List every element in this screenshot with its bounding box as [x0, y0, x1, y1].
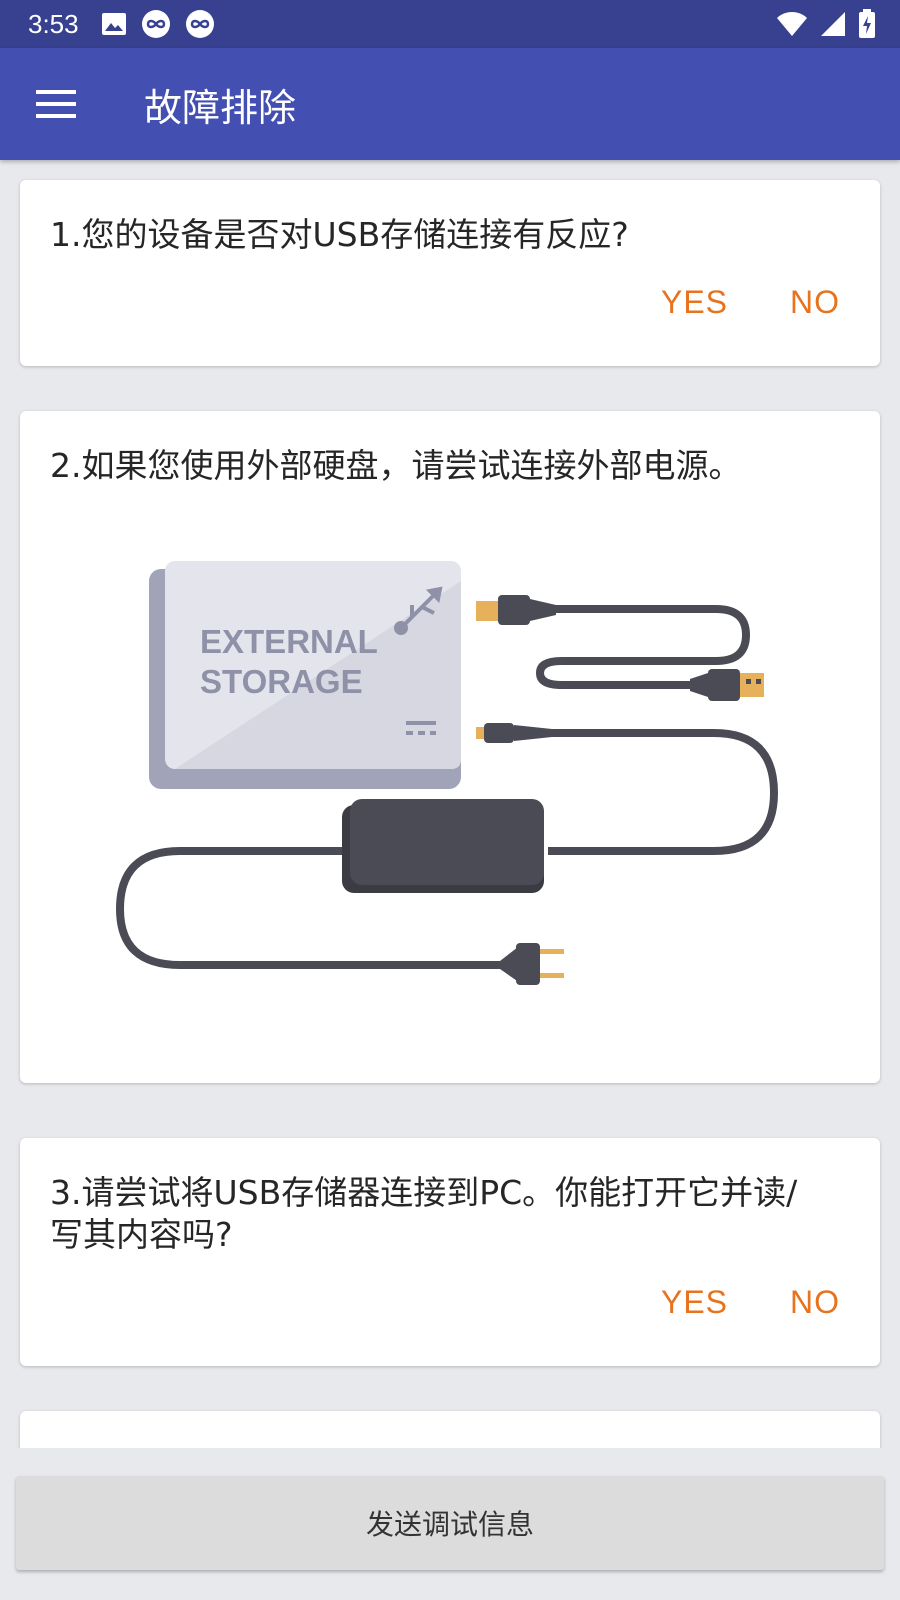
drive-label-line2: STORAGE: [200, 663, 363, 700]
page-title: 故障排除: [144, 85, 297, 130]
question-card-1: 1.您的设备是否对USB存储连接有反应? YES NO: [20, 180, 880, 366]
infinity-icon: [185, 10, 214, 38]
question-text: 3.请尝试将USB存储器连接到PC。你能打开它并读/写其内容吗?: [50, 1173, 798, 1254]
no-button[interactable]: NO: [790, 1284, 840, 1321]
app-bar: 故障排除: [0, 48, 900, 160]
troubleshoot-list[interactable]: 1.您的设备是否对USB存储连接有反应? YES NO 2.如果您使用外部硬盘，…: [0, 160, 900, 1448]
infinity-icon: [141, 10, 170, 38]
yes-button[interactable]: YES: [661, 1284, 728, 1321]
status-time: 3:53: [28, 8, 79, 39]
menu-button[interactable]: [0, 48, 112, 160]
send-debug-info-button[interactable]: 发送调试信息: [16, 1476, 884, 1570]
question-card-3: 3.请尝试将USB存储器连接到PC。你能打开它并读/写其内容吗? YES NO: [20, 1138, 880, 1366]
yes-button[interactable]: YES: [661, 284, 728, 321]
usb-cable: [476, 595, 764, 701]
no-button[interactable]: NO: [790, 284, 840, 321]
question-card-4: [20, 1411, 880, 1448]
status-icons-left: [101, 9, 215, 39]
question-card-2: 2.如果您使用外部硬盘，请尝试连接外部电源。 EXTERNAL STORAGE: [20, 411, 880, 1083]
external-storage-illustration: EXTERNAL STORAGE: [115, 561, 779, 985]
card-actions: YES NO: [661, 284, 840, 321]
card-actions: YES NO: [661, 1284, 840, 1321]
status-bar: 3:53: [0, 0, 900, 48]
signal-icon: [821, 12, 845, 36]
hamburger-menu-icon: [36, 90, 76, 118]
battery-charging-icon: [859, 9, 875, 38]
question-text: 2.如果您使用外部硬盘，请尝试连接外部电源。: [50, 446, 742, 485]
question-text: 1.您的设备是否对USB存储连接有反应?: [50, 215, 629, 254]
wifi-icon: [777, 12, 807, 36]
external-drive-image: EXTERNAL STORAGE: [149, 561, 461, 789]
image-icon: [101, 13, 126, 35]
drive-label-line1: EXTERNAL: [200, 623, 378, 660]
status-icons-right: [776, 9, 876, 39]
